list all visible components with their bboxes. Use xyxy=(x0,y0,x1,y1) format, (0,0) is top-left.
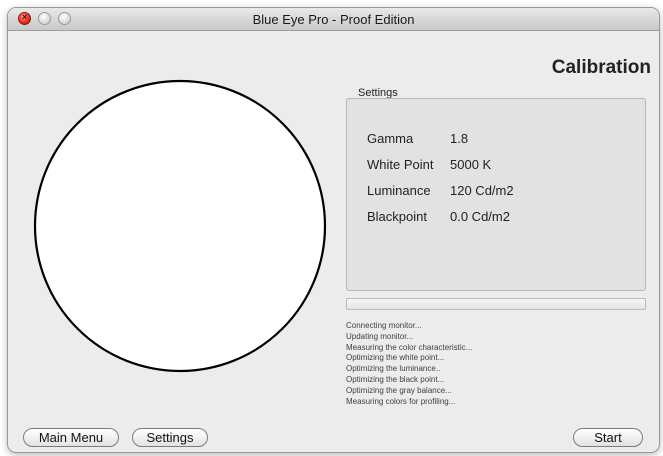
log-line: Measuring the color characteristic... xyxy=(346,342,473,352)
setting-label: Luminance xyxy=(367,183,431,198)
setting-value: 1.8 xyxy=(450,131,469,146)
measurement-circle xyxy=(32,78,328,379)
page-title: Calibration xyxy=(551,57,651,78)
setting-label: Gamma xyxy=(367,131,414,146)
log-line: Optimizing the luminance.. xyxy=(346,364,441,374)
settings-panel: Gamma 1.8 White Point 5000 K Luminance 1… xyxy=(346,98,646,291)
measurement-circle-shape xyxy=(33,79,327,373)
setting-label: Blackpoint xyxy=(367,209,427,224)
log-line: Connecting monitor... xyxy=(346,321,422,330)
status-log: Connecting monitor... Updating monitor..… xyxy=(346,321,646,407)
setting-value: 120 Cd/m2 xyxy=(450,183,514,198)
progress-bar xyxy=(346,298,646,310)
setting-value: 0.0 Cd/m2 xyxy=(450,209,510,224)
setting-value: 5000 K xyxy=(450,157,492,172)
setting-label: White Point xyxy=(367,157,434,172)
window-title: Blue Eye Pro - Proof Edition xyxy=(252,12,415,27)
start-button[interactable]: Start xyxy=(573,428,643,447)
log-line: Measuring colors for profiling... xyxy=(346,396,456,406)
settings-button[interactable]: Settings xyxy=(132,428,208,447)
log-line: Optimizing the white point... xyxy=(346,353,445,363)
app-window: × Blue Eye Pro - Proof Edition Calibrati… xyxy=(8,8,659,452)
log-line: Updating monitor... xyxy=(346,331,414,341)
log-line: Optimizing the black point... xyxy=(346,374,445,384)
log-line: Optimizing the gray balance... xyxy=(346,385,452,395)
title-bar[interactable]: × Blue Eye Pro - Proof Edition xyxy=(8,8,659,31)
measurement-circle-svg xyxy=(33,79,327,373)
main-menu-button[interactable]: Main Menu xyxy=(23,428,119,447)
